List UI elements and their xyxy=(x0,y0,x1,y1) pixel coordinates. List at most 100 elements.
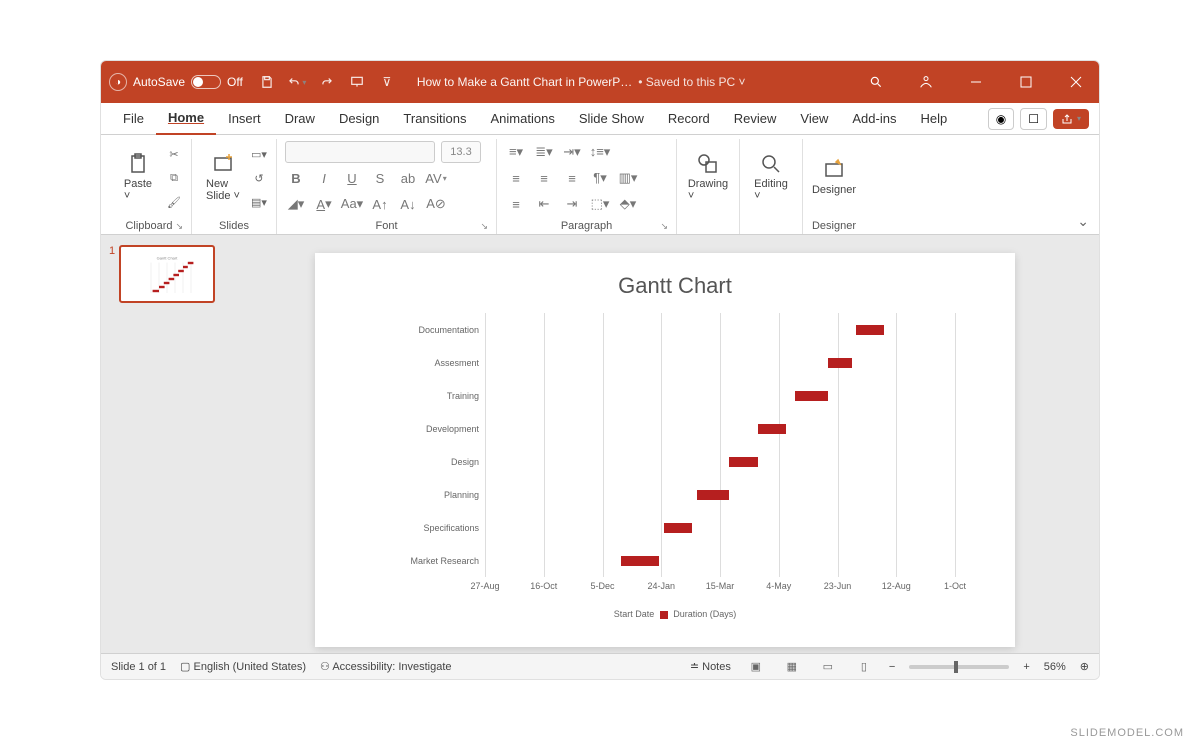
numbering-button[interactable]: ≣▾ xyxy=(533,141,555,163)
slide-position[interactable]: Slide 1 of 1 xyxy=(111,661,166,673)
text-direction-button[interactable]: ¶▾ xyxy=(589,167,611,189)
justify-button[interactable]: ≡ xyxy=(505,193,527,215)
shadow-button[interactable]: ab xyxy=(397,167,419,189)
normal-view-icon[interactable]: ▣ xyxy=(745,658,767,676)
zoom-slider[interactable] xyxy=(909,665,1009,669)
italic-button[interactable]: I xyxy=(313,167,335,189)
present-icon[interactable] xyxy=(347,72,367,92)
slideshow-view-icon[interactable]: ▯ xyxy=(853,658,875,676)
align-left-button[interactable]: ≡ xyxy=(505,167,527,189)
x-tick-label: 16-Oct xyxy=(530,581,557,591)
copy-icon[interactable]: ⧉ xyxy=(165,169,183,187)
x-tick-label: 27-Aug xyxy=(470,581,499,591)
launcher-icon[interactable]: ↘ xyxy=(660,221,668,232)
autosave-label: AutoSave xyxy=(133,75,185,89)
camera-button[interactable]: ◉ xyxy=(988,108,1014,130)
comments-button[interactable]: ☐ xyxy=(1020,108,1047,130)
bullets-button[interactable]: ≡▾ xyxy=(505,141,527,163)
new-slide-button[interactable]: New Slide ˅ xyxy=(200,141,246,213)
ribbon-tabs: File Home Insert Draw Design Transitions… xyxy=(101,103,1099,135)
change-case-button[interactable]: Aa▾ xyxy=(341,193,363,215)
section-icon[interactable]: ▤▾ xyxy=(250,193,268,211)
toggle-track[interactable] xyxy=(191,75,221,89)
save-icon[interactable] xyxy=(257,72,277,92)
tab-draw[interactable]: Draw xyxy=(273,103,327,135)
clear-format-button[interactable]: A⊘ xyxy=(425,193,447,215)
sorter-view-icon[interactable]: ▦ xyxy=(781,658,803,676)
search-icon[interactable] xyxy=(861,67,891,97)
autosave-toggle[interactable]: AutoSave Off xyxy=(133,75,243,89)
char-spacing-button[interactable]: AV▾ xyxy=(425,167,447,189)
slide-stage[interactable]: Gantt Chart 27-Aug16-Oct5-Dec24-Jan15-Ma… xyxy=(231,235,1099,653)
notes-button[interactable]: ≐ Notes xyxy=(690,660,731,673)
launcher-icon[interactable]: ↘ xyxy=(480,221,488,232)
tab-file[interactable]: File xyxy=(111,103,156,135)
tab-animations[interactable]: Animations xyxy=(479,103,567,135)
tab-design[interactable]: Design xyxy=(327,103,391,135)
layout-icon[interactable]: ▭▾ xyxy=(250,145,268,163)
tab-slide-show[interactable]: Slide Show xyxy=(567,103,656,135)
x-tick-label: 1-Oct xyxy=(944,581,966,591)
font-family-combo[interactable] xyxy=(285,141,435,163)
save-status[interactable]: • Saved to this PC ˅ xyxy=(638,75,745,89)
zoom-in-button[interactable]: + xyxy=(1023,661,1029,673)
designer-button[interactable]: Designer xyxy=(811,141,857,213)
minimize-button[interactable] xyxy=(961,67,991,97)
highlight-button[interactable]: A▾ xyxy=(313,193,335,215)
tab-view[interactable]: View xyxy=(788,103,840,135)
group-designer: Designer Designer xyxy=(803,139,865,234)
language-status[interactable]: ▢ English (United States) xyxy=(180,660,306,673)
font-size-combo[interactable]: 13.3 xyxy=(441,141,481,163)
align-right-button[interactable]: ≡ xyxy=(561,167,583,189)
paste-button[interactable]: Paste˅ xyxy=(115,141,161,213)
smartart-button[interactable]: ⬘▾ xyxy=(617,193,639,215)
tab-transitions[interactable]: Transitions xyxy=(391,103,478,135)
font-color-button[interactable]: ◢▾ xyxy=(285,193,307,215)
gantt-bar xyxy=(621,556,659,566)
tab-insert[interactable]: Insert xyxy=(216,103,273,135)
line-spacing-button[interactable]: ↕≡▾ xyxy=(589,141,611,163)
chart-title: Gantt Chart xyxy=(375,273,975,299)
slide-thumbnail-1[interactable]: Gantt Chart xyxy=(119,245,215,303)
thumbnail-pane[interactable]: 1 Gantt Chart xyxy=(101,235,231,653)
account-icon[interactable] xyxy=(911,67,941,97)
app-window: ◑ AutoSave Off ▾ ⊽ How to Make a Gantt C… xyxy=(100,60,1100,680)
qat-more-icon[interactable]: ⊽ xyxy=(377,72,397,92)
reading-view-icon[interactable]: ▭ xyxy=(817,658,839,676)
accessibility-status[interactable]: ⚇ Accessibility: Investigate xyxy=(320,660,452,673)
zoom-out-button[interactable]: − xyxy=(889,661,895,673)
format-painter-icon[interactable]: 🖌 xyxy=(165,193,183,211)
launcher-icon[interactable]: ↘ xyxy=(175,221,183,232)
slide-canvas[interactable]: Gantt Chart 27-Aug16-Oct5-Dec24-Jan15-Ma… xyxy=(315,253,1015,647)
zoom-thumb[interactable] xyxy=(954,661,958,673)
reset-icon[interactable]: ↺ xyxy=(250,169,268,187)
tab-home[interactable]: Home xyxy=(156,103,216,135)
zoom-level[interactable]: 56% xyxy=(1044,661,1066,673)
list-level-button[interactable]: ⇥▾ xyxy=(561,141,583,163)
indent-dec-button[interactable]: ⇤ xyxy=(533,193,555,215)
undo-icon[interactable]: ▾ xyxy=(287,72,307,92)
align-text-button[interactable]: ⬚▾ xyxy=(589,193,611,215)
underline-button[interactable]: U xyxy=(341,167,363,189)
cut-icon[interactable]: ✂ xyxy=(165,145,183,163)
tab-review[interactable]: Review xyxy=(722,103,789,135)
close-button[interactable] xyxy=(1061,67,1091,97)
tab-add-ins[interactable]: Add-ins xyxy=(840,103,908,135)
shrink-font-button[interactable]: A↓ xyxy=(397,193,419,215)
tab-record[interactable]: Record xyxy=(656,103,722,135)
tab-help[interactable]: Help xyxy=(908,103,959,135)
indent-inc-button[interactable]: ⇥ xyxy=(561,193,583,215)
redo-icon[interactable] xyxy=(317,72,337,92)
align-center-button[interactable]: ≡ xyxy=(533,167,555,189)
grow-font-button[interactable]: A↑ xyxy=(369,193,391,215)
bold-button[interactable]: B xyxy=(285,167,307,189)
columns-button[interactable]: ▥▾ xyxy=(617,167,639,189)
share-button[interactable]: ▾ xyxy=(1053,109,1089,129)
collapse-ribbon-icon[interactable]: ⌄ xyxy=(1077,213,1089,230)
editing-button[interactable]: Editing˅ xyxy=(748,141,794,213)
drawing-button[interactable]: Drawing˅ xyxy=(685,141,731,213)
strikethrough-button[interactable]: S xyxy=(369,167,391,189)
maximize-button[interactable] xyxy=(1011,67,1041,97)
y-tick-label: Specifications xyxy=(423,523,479,533)
fit-to-window-icon[interactable]: ⊕ xyxy=(1080,660,1089,673)
